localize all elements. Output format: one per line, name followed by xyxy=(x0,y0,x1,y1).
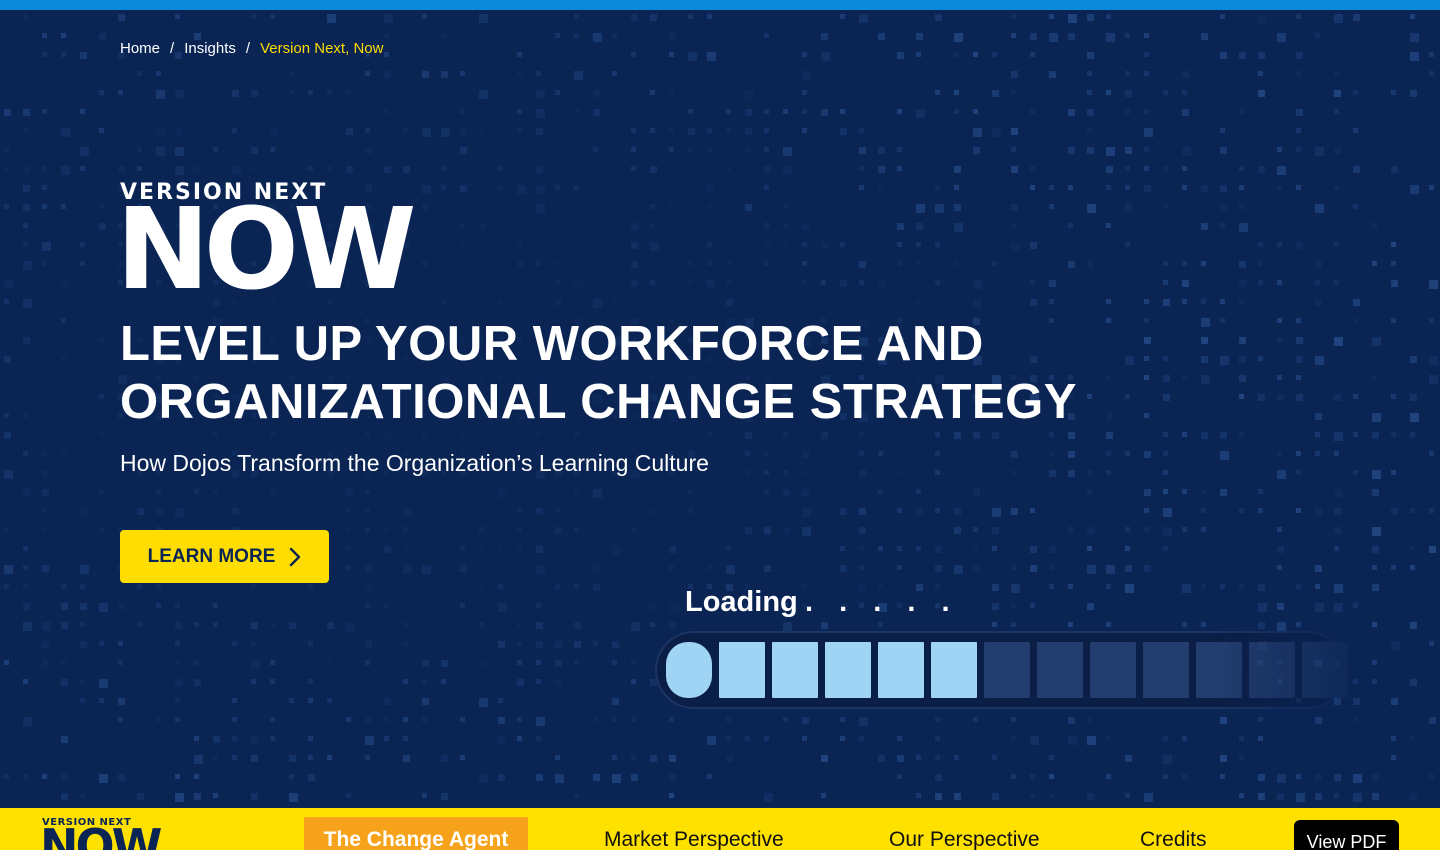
breadcrumb-current: Version Next, Now xyxy=(260,40,384,57)
breadcrumb-home[interactable]: Home xyxy=(120,40,160,57)
page-subtitle: How Dojos Transform the Organization’s L… xyxy=(120,450,709,476)
loader-segment-empty xyxy=(1302,642,1348,698)
loader-segment-filled xyxy=(666,642,712,698)
loader-segment-empty xyxy=(1196,642,1242,698)
loader-segment-filled xyxy=(878,642,924,698)
loading-label: Loading xyxy=(685,586,798,618)
nav-logo-now: NOW xyxy=(40,819,162,850)
loader-segment-empty xyxy=(1037,642,1083,698)
loader-segment-empty xyxy=(1249,642,1295,698)
breadcrumb-separator: / xyxy=(245,40,251,57)
loader-segment-empty xyxy=(1090,642,1136,698)
chevron-right-icon xyxy=(290,547,301,566)
nav-item-our-perspective[interactable]: Our Perspective xyxy=(889,828,1040,850)
breadcrumb: Home / Insights / Version Next, Now xyxy=(120,40,383,57)
section-nav-bar: VERSION NEXT NOW The Change Agent Market… xyxy=(0,808,1440,850)
loading-dots: . . . . . xyxy=(805,586,959,618)
nav-item-market-perspective[interactable]: Market Perspective xyxy=(604,828,784,850)
hero-section: Home / Insights / Version Next, Now VERS… xyxy=(0,10,1440,808)
nav-item-the-change-agent[interactable]: The Change Agent xyxy=(304,817,528,850)
nav-item-credits[interactable]: Credits xyxy=(1140,828,1207,850)
loader-segment-filled xyxy=(772,642,818,698)
loader-segment-empty xyxy=(1143,642,1189,698)
loading-progress-bar xyxy=(655,630,1348,710)
loader-segment-empty xyxy=(984,642,1030,698)
top-accent-strip xyxy=(0,0,1440,10)
breadcrumb-insights[interactable]: Insights xyxy=(184,40,236,57)
learn-more-button[interactable]: LEARN MORE xyxy=(120,530,329,583)
loader-segment-filled xyxy=(825,642,871,698)
breadcrumb-separator: / xyxy=(170,40,175,57)
loader-segment-filled xyxy=(719,642,765,698)
loader-segment-filled xyxy=(931,642,977,698)
learn-more-label: LEARN MORE xyxy=(147,545,276,567)
page-title: LEVEL UP YOUR WORKFORCE AND ORGANIZATION… xyxy=(120,317,1077,429)
view-pdf-button[interactable]: View PDF xyxy=(1294,820,1399,850)
logo-now: NOW xyxy=(116,185,416,315)
